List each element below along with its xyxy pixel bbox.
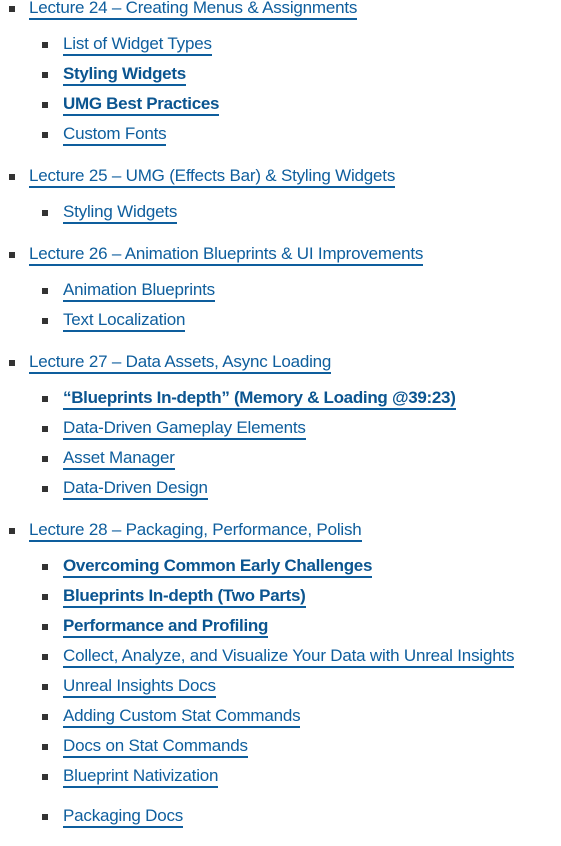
bullet-icon (42, 744, 48, 750)
resource-link[interactable]: Packaging Docs (63, 806, 183, 828)
resource-link[interactable]: Blueprints In-depth (Two Parts) (63, 586, 306, 608)
bullet-icon (42, 814, 48, 820)
bullet-icon (42, 102, 48, 108)
list-item: Packaging Docs (42, 803, 514, 833)
resource-link[interactable]: Styling Widgets (63, 202, 177, 224)
bullet-icon (42, 456, 48, 462)
lecture-item: Lecture 27 – Data Assets, Async Loading … (0, 350, 514, 505)
bullet-icon (42, 654, 48, 660)
list-item: Animation Blueprints (42, 277, 514, 307)
resource-list: Animation Blueprints Text Localization (29, 277, 514, 337)
list-item: Unreal Insights Docs (42, 673, 514, 703)
lecture-link[interactable]: Lecture 25 – UMG (Effects Bar) & Styling… (29, 166, 395, 188)
lecture-link[interactable]: Lecture 26 – Animation Blueprints & UI I… (29, 244, 423, 266)
list-item: List of Widget Types (42, 31, 514, 61)
list-item: Asset Manager (42, 445, 514, 475)
lecture-item: Lecture 25 – UMG (Effects Bar) & Styling… (0, 164, 514, 229)
bullet-icon (9, 6, 15, 12)
resource-link[interactable]: Animation Blueprints (63, 280, 215, 302)
bullet-icon (42, 594, 48, 600)
bullet-icon (42, 288, 48, 294)
bullet-icon (42, 318, 48, 324)
list-item: “Blueprints In-depth” (Memory & Loading … (42, 385, 514, 415)
list-item: Custom Fonts (42, 121, 514, 151)
resource-link[interactable]: “Blueprints In-depth” (Memory & Loading … (63, 388, 456, 410)
resource-link[interactable]: List of Widget Types (63, 34, 212, 56)
bullet-icon (42, 72, 48, 78)
list-item: Data-Driven Gameplay Elements (42, 415, 514, 445)
bullet-icon (42, 132, 48, 138)
list-item: Collect, Analyze, and Visualize Your Dat… (42, 643, 514, 673)
list-item: Performance and Profiling (42, 613, 514, 643)
resource-link[interactable]: Collect, Analyze, and Visualize Your Dat… (63, 646, 514, 668)
resource-link[interactable]: Data-Driven Gameplay Elements (63, 418, 306, 440)
resource-link[interactable]: Data-Driven Design (63, 478, 208, 500)
list-item: Blueprints In-depth (Two Parts) (42, 583, 514, 613)
bullet-icon (42, 426, 48, 432)
resource-link[interactable]: Text Localization (63, 310, 185, 332)
resource-link[interactable]: Custom Fonts (63, 124, 167, 146)
bullet-icon (42, 774, 48, 780)
bullet-icon (42, 624, 48, 630)
list-item: Styling Widgets (42, 199, 514, 229)
bullet-icon (42, 486, 48, 492)
list-item: Styling Widgets (42, 61, 514, 91)
resource-link[interactable]: Docs on Stat Commands (63, 736, 248, 758)
resource-link[interactable]: Styling Widgets (63, 64, 186, 86)
resource-list: “Blueprints In-depth” (Memory & Loading … (29, 385, 514, 505)
bullet-icon (9, 360, 15, 366)
list-item: Blueprint Nativization (42, 763, 514, 793)
bullet-icon (42, 564, 48, 570)
resource-link[interactable]: Adding Custom Stat Commands (63, 706, 301, 728)
bullet-icon (42, 42, 48, 48)
lecture-item: Lecture 24 – Creating Menus & Assignment… (0, 0, 514, 151)
resource-link[interactable]: Blueprint Nativization (63, 766, 218, 788)
bullet-icon (42, 684, 48, 690)
lecture-list: Lecture 24 – Creating Menus & Assignment… (0, 0, 514, 846)
list-item: Overcoming Common Early Challenges (42, 553, 514, 583)
list-item: Text Localization (42, 307, 514, 337)
list-item: Adding Custom Stat Commands (42, 703, 514, 733)
bullet-icon (42, 396, 48, 402)
bullet-icon (9, 528, 15, 534)
lecture-item: Lecture 26 – Animation Blueprints & UI I… (0, 242, 514, 337)
resource-link[interactable]: Asset Manager (63, 448, 175, 470)
resource-list: List of Widget Types Styling Widgets UMG… (29, 31, 514, 151)
list-item: Docs on Stat Commands (42, 733, 514, 763)
resource-list: Styling Widgets (29, 199, 514, 229)
lecture-item: Lecture 28 – Packaging, Performance, Pol… (0, 518, 514, 833)
resource-list: Overcoming Common Early Challenges Bluep… (29, 553, 514, 833)
resource-link[interactable]: Unreal Insights Docs (63, 676, 216, 698)
lecture-link[interactable]: Lecture 24 – Creating Menus & Assignment… (29, 0, 357, 20)
resource-link[interactable]: Overcoming Common Early Challenges (63, 556, 372, 578)
bullet-icon (42, 714, 48, 720)
list-item: Data-Driven Design (42, 475, 514, 505)
list-item: UMG Best Practices (42, 91, 514, 121)
lecture-link[interactable]: Lecture 27 – Data Assets, Async Loading (29, 352, 331, 374)
bullet-icon (9, 174, 15, 180)
bullet-icon (42, 210, 48, 216)
lecture-link[interactable]: Lecture 28 – Packaging, Performance, Pol… (29, 520, 362, 542)
resource-link[interactable]: Performance and Profiling (63, 616, 268, 638)
bullet-icon (9, 252, 15, 258)
resource-link[interactable]: UMG Best Practices (63, 94, 219, 116)
